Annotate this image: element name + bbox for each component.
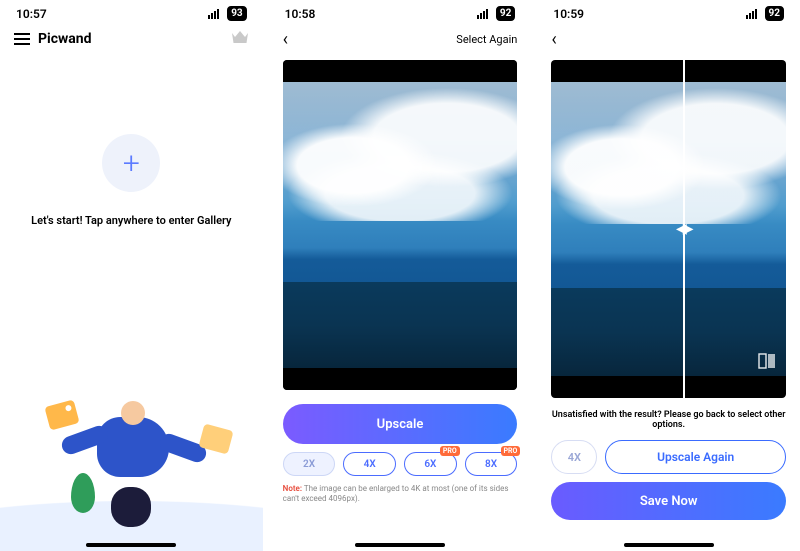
scale-options: 2X 4X 6XPRO 8XPRO: [283, 452, 518, 476]
status-time: 10:59: [553, 7, 584, 21]
home-indicator: [624, 543, 714, 547]
select-again-link[interactable]: Select Again: [456, 33, 517, 46]
menu-icon[interactable]: [14, 33, 30, 45]
upscale-header: ‹ Select Again: [269, 23, 532, 56]
app-header: Picwand: [0, 23, 263, 54]
comparison-handle-icon[interactable]: ◀▶: [671, 217, 695, 241]
battery-icon: 93: [227, 6, 246, 21]
add-image-button[interactable]: +: [102, 134, 160, 192]
battery-icon: 92: [765, 6, 784, 21]
scale-option-6x[interactable]: 6XPRO: [404, 452, 457, 476]
result-header: ‹: [537, 23, 800, 56]
status-time: 10:57: [16, 7, 47, 21]
scale-option-2x[interactable]: 2X: [283, 452, 336, 476]
note-text: The image can be enlarged to 4K at most …: [283, 484, 509, 503]
battery-icon: 92: [496, 6, 515, 21]
status-bar: 10:57 93: [0, 0, 263, 23]
app-title: Picwand: [38, 31, 92, 47]
result-caption: Unsatisfied with the result? Please go b…: [551, 410, 786, 430]
back-button[interactable]: ‹: [551, 29, 556, 50]
pro-badge: PRO: [440, 446, 460, 456]
signal-icon: [746, 9, 757, 19]
status-time: 10:58: [285, 7, 316, 21]
signal-icon: [208, 9, 219, 19]
screen-upscale: 10:58 92 ‹ Select Again Upscale 2X 4X 6X…: [269, 0, 532, 551]
screen-home: 10:57 93 Picwand + Let's start! Tap anyw…: [0, 0, 263, 551]
upscale-again-button[interactable]: Upscale Again: [605, 440, 786, 474]
home-indicator: [355, 543, 445, 547]
pro-badge: PRO: [501, 446, 521, 456]
illustration: [0, 381, 263, 551]
back-button[interactable]: ‹: [283, 29, 288, 50]
applied-scale-badge: 4X: [551, 440, 597, 474]
premium-crown-icon[interactable]: [231, 29, 249, 48]
gallery-entry-area[interactable]: + Let's start! Tap anywhere to enter Gal…: [0, 54, 263, 551]
comparison-preview[interactable]: ◀▶: [551, 60, 786, 398]
save-now-button[interactable]: Save Now: [551, 482, 786, 520]
home-indicator: [86, 543, 176, 547]
status-bar: 10:58 92: [269, 0, 532, 23]
image-preview: [283, 60, 518, 390]
signal-icon: [477, 9, 488, 19]
scale-option-8x[interactable]: 8XPRO: [465, 452, 518, 476]
compare-toggle-icon[interactable]: [758, 352, 776, 370]
upscale-button[interactable]: Upscale: [283, 404, 518, 444]
screen-result: 10:59 92 ‹ ◀▶ Unsatisfied with the resul…: [537, 0, 800, 551]
note-prefix: Note:: [283, 484, 302, 493]
upscale-note: Note: The image can be enlarged to 4K at…: [283, 484, 518, 505]
start-caption: Let's start! Tap anywhere to enter Galle…: [31, 214, 231, 227]
scale-option-4x[interactable]: 4X: [343, 452, 396, 476]
status-bar: 10:59 92: [537, 0, 800, 23]
